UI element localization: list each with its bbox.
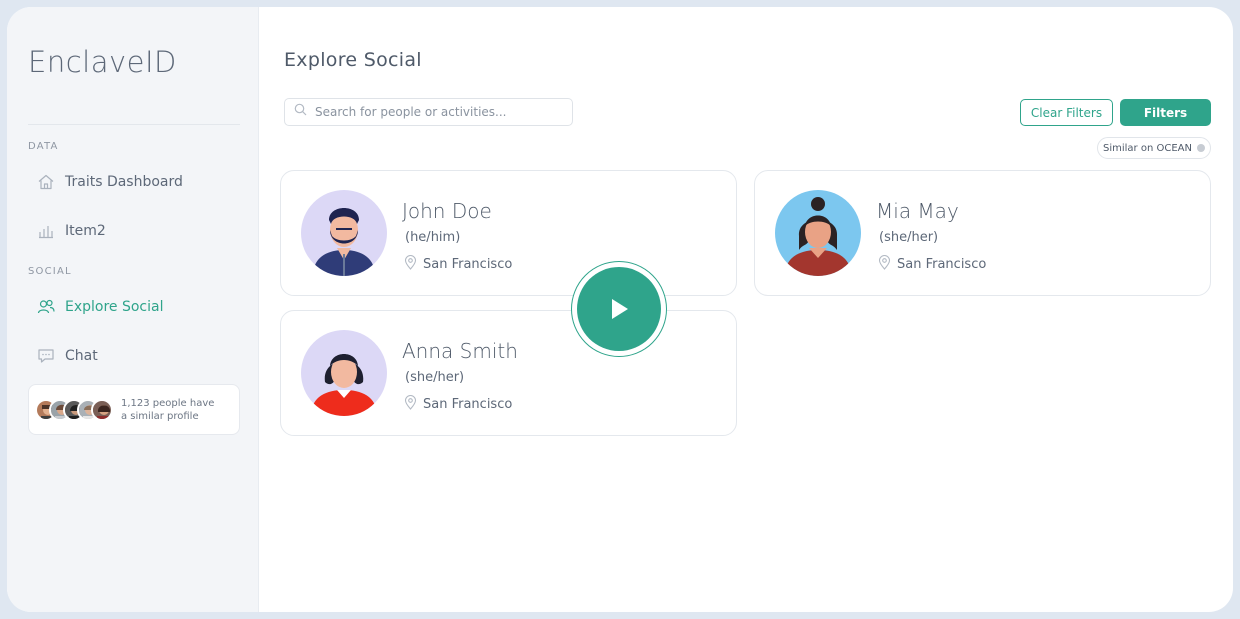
filter-chip-label: Similar on OCEAN — [1103, 142, 1192, 154]
person-card[interactable]: Mia May (she/her) San Francisco — [754, 170, 1211, 296]
sidebar-item-traits-dashboard[interactable]: Traits Dashboard — [37, 173, 183, 191]
section-label-data: DATA — [28, 141, 59, 152]
bar-chart-icon — [37, 222, 55, 240]
sidebar-divider — [28, 124, 240, 125]
search-icon — [294, 103, 307, 121]
person-name: John Doe — [402, 199, 492, 223]
sidebar-item-chat[interactable]: Chat — [37, 347, 98, 365]
location-text: San Francisco — [897, 257, 987, 272]
page-title: Explore Social — [284, 49, 422, 71]
filters-button[interactable]: Filters — [1120, 99, 1211, 126]
avatar — [91, 398, 113, 421]
avatar — [301, 330, 387, 416]
remove-chip-icon[interactable] — [1196, 144, 1205, 152]
person-location: San Francisco — [404, 395, 512, 414]
avatar — [775, 190, 861, 276]
main-content: Explore Social Clear Filters Filters Sim… — [259, 7, 1233, 612]
location-text: San Francisco — [423, 397, 513, 412]
clear-filters-button[interactable]: Clear Filters — [1020, 99, 1113, 126]
sidebar-item-label: Chat — [65, 348, 98, 364]
sidebar-item-label: Item2 — [65, 223, 106, 239]
avatar — [301, 190, 387, 276]
person-name: Mia May — [876, 199, 959, 223]
users-icon — [37, 298, 55, 316]
person-pronouns: (she/her) — [879, 230, 939, 245]
avatar-stack — [35, 398, 113, 421]
person-card[interactable]: John Doe (he/him) San Francisco — [280, 170, 737, 296]
sidebar-item-label: Traits Dashboard — [65, 174, 183, 190]
similar-profiles-card[interactable]: 1,123 people have a similar profile — [28, 384, 240, 435]
sidebar: EnclaveID DATA Traits Dashboard Item2 SO… — [7, 7, 259, 612]
play-video-button[interactable] — [571, 261, 667, 357]
person-pronouns: (she/her) — [405, 370, 465, 385]
person-pronouns: (he/him) — [405, 230, 461, 245]
brand-logo: EnclaveID — [28, 45, 177, 79]
sidebar-item-item2[interactable]: Item2 — [37, 222, 106, 240]
sidebar-item-explore-social[interactable]: Explore Social — [37, 298, 164, 316]
person-card[interactable]: Anna Smith (she/her) San Francisco — [280, 310, 737, 436]
filter-chip[interactable]: Similar on OCEAN — [1097, 137, 1211, 159]
app-window: EnclaveID DATA Traits Dashboard Item2 SO… — [7, 7, 1233, 612]
location-pin-icon — [404, 255, 417, 274]
person-name: Anna Smith — [402, 339, 518, 363]
section-label-social: SOCIAL — [28, 266, 72, 277]
play-icon — [577, 267, 661, 351]
location-text: San Francisco — [423, 257, 513, 272]
similar-profiles-text: 1,123 people have a similar profile — [121, 397, 215, 422]
location-pin-icon — [404, 395, 417, 414]
home-icon — [37, 173, 55, 191]
location-pin-icon — [878, 255, 891, 274]
chat-bubble-icon — [37, 347, 55, 365]
person-location: San Francisco — [878, 255, 986, 274]
search-box[interactable] — [284, 98, 573, 126]
sidebar-item-label: Explore Social — [65, 299, 164, 315]
search-input[interactable] — [315, 105, 555, 119]
person-location: San Francisco — [404, 255, 512, 274]
